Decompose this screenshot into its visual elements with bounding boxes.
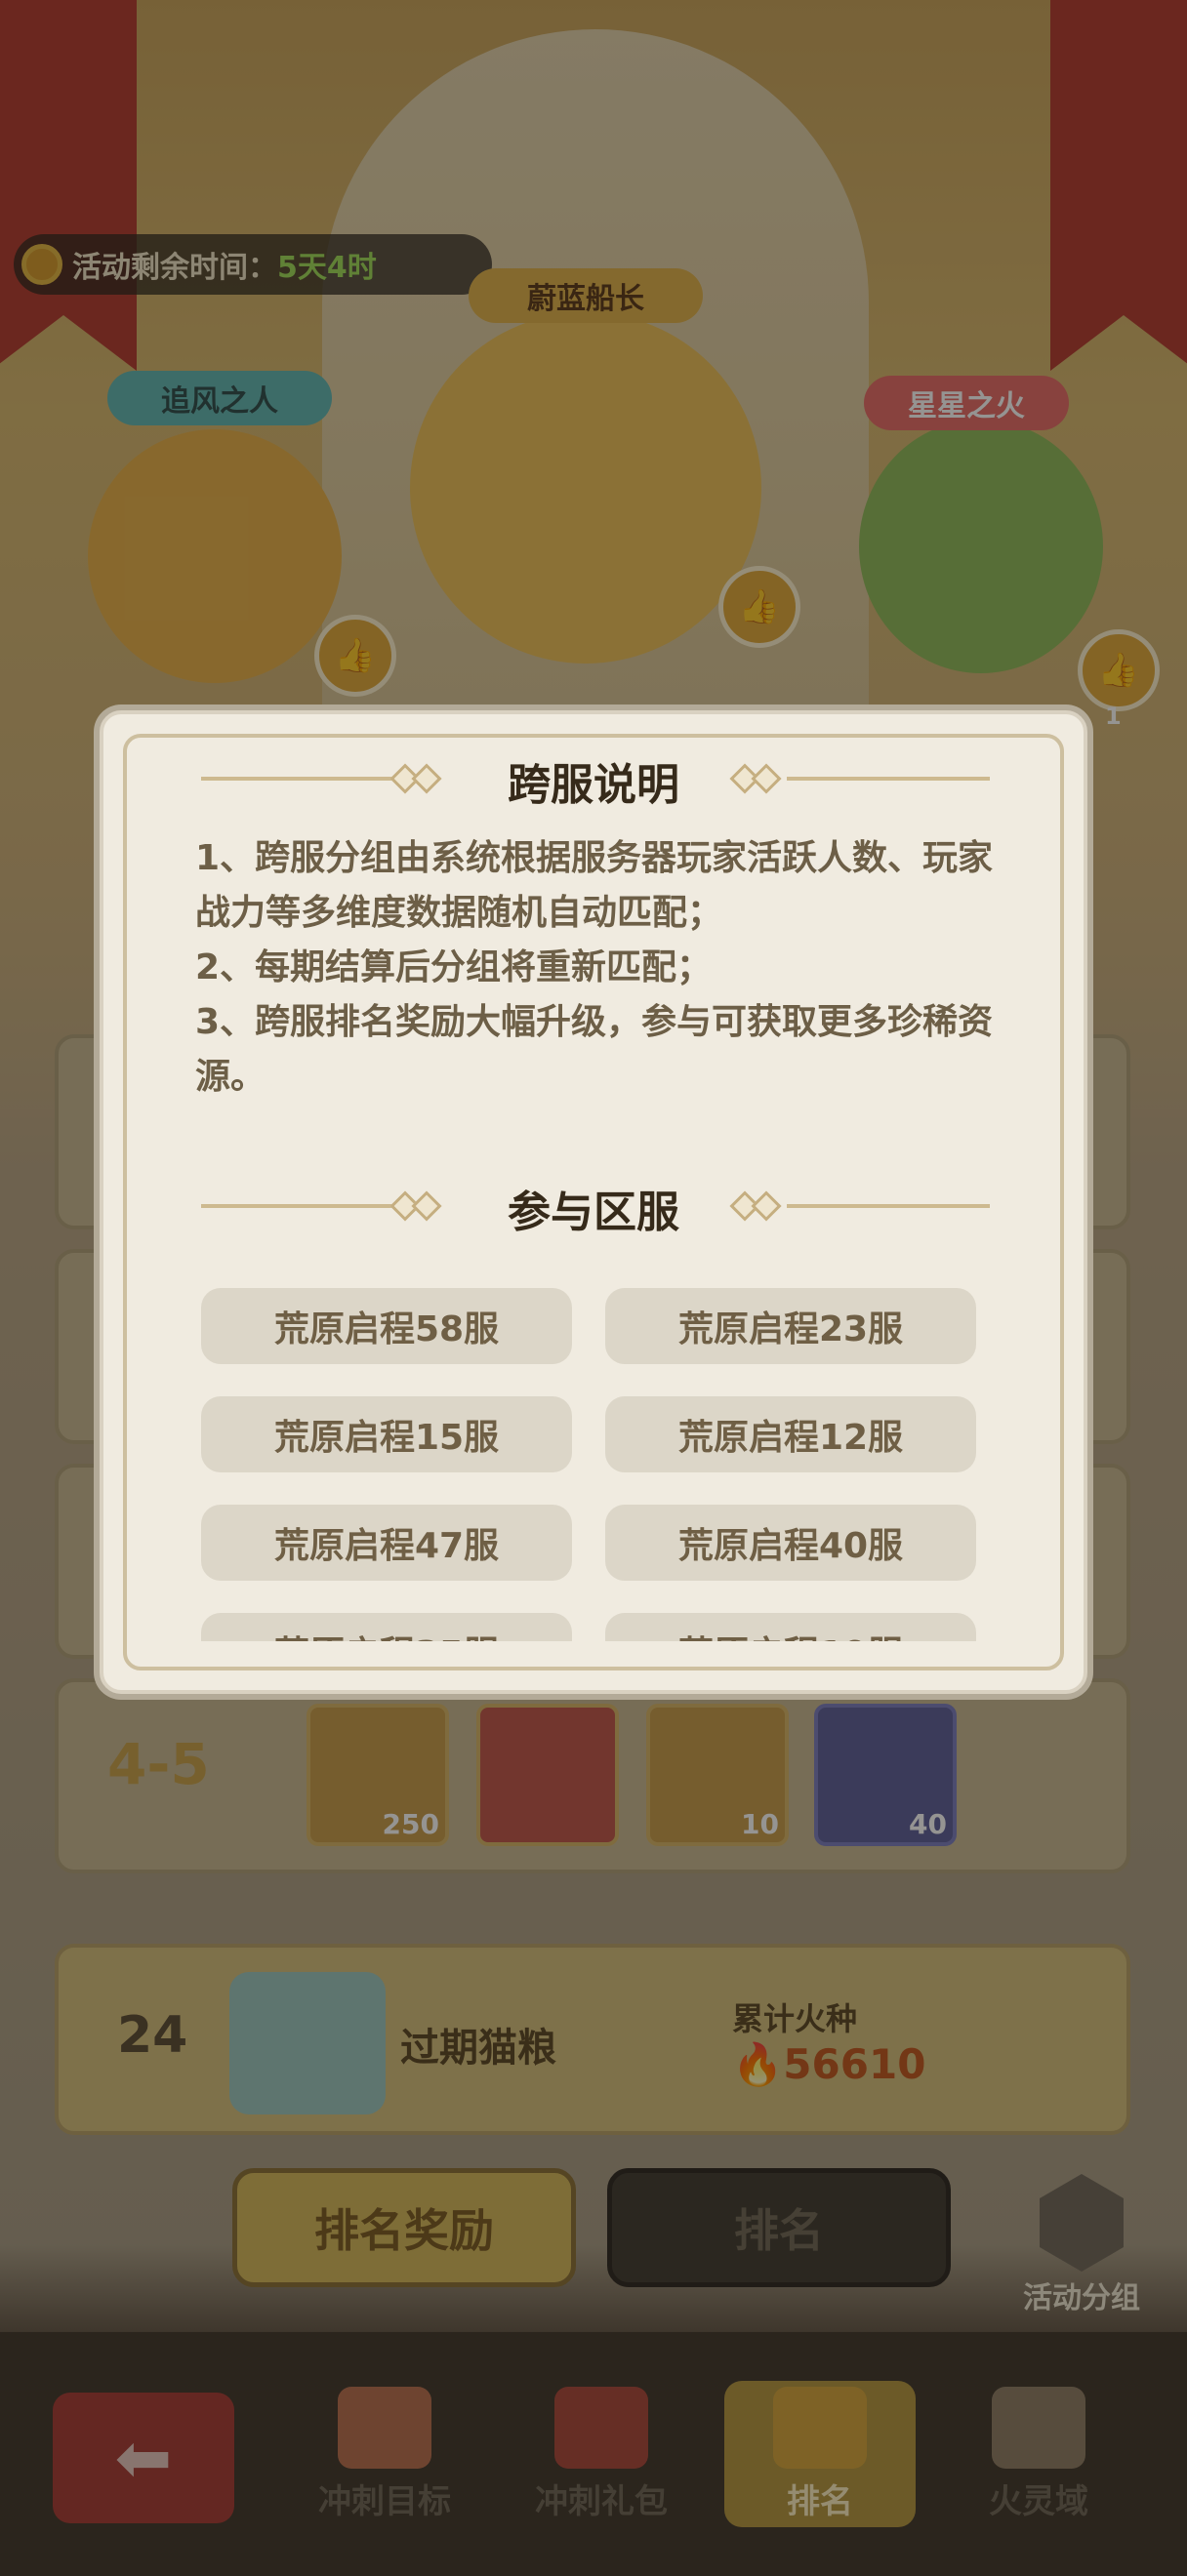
server-pill: 荒原启程47服 — [201, 1505, 572, 1581]
servers-title: 参与区服 — [508, 1187, 679, 1237]
rule-line: 3、跨服排名奖励大幅升级，参与可获取更多珍稀资源。 — [195, 1002, 994, 1097]
server-pill: 荒原启程19服 — [605, 1613, 976, 1641]
server-pill: 荒原启程40服 — [605, 1505, 976, 1581]
divider — [787, 1204, 990, 1208]
server-pill: 荒原启程58服 — [201, 1288, 572, 1364]
cross-server-dialog: 跨服说明 1、跨服分组由系统根据服务器玩家活跃人数、玩家战力等多维度数据随机自动… — [100, 710, 1087, 1694]
dialog-title: 跨服说明 — [508, 760, 679, 810]
server-pill: 荒原启程35服 — [201, 1613, 572, 1641]
server-list[interactable]: 荒原启程58服 荒原启程23服 荒原启程15服 荒原启程12服 荒原启程47服 … — [201, 1288, 994, 1641]
server-pill: 荒原启程12服 — [605, 1396, 976, 1472]
divider — [787, 777, 990, 781]
rule-line: 1、跨服分组由系统根据服务器玩家活跃人数、玩家战力等多维度数据随机自动匹配； — [195, 838, 994, 933]
rules-text: 1、跨服分组由系统根据服务器玩家活跃人数、玩家战力等多维度数据随机自动匹配； 2… — [195, 831, 996, 1105]
server-pill: 荒原启程15服 — [201, 1396, 572, 1472]
server-pill: 荒原启程23服 — [605, 1288, 976, 1364]
rule-line: 2、每期结算后分组将重新匹配； — [195, 947, 713, 987]
